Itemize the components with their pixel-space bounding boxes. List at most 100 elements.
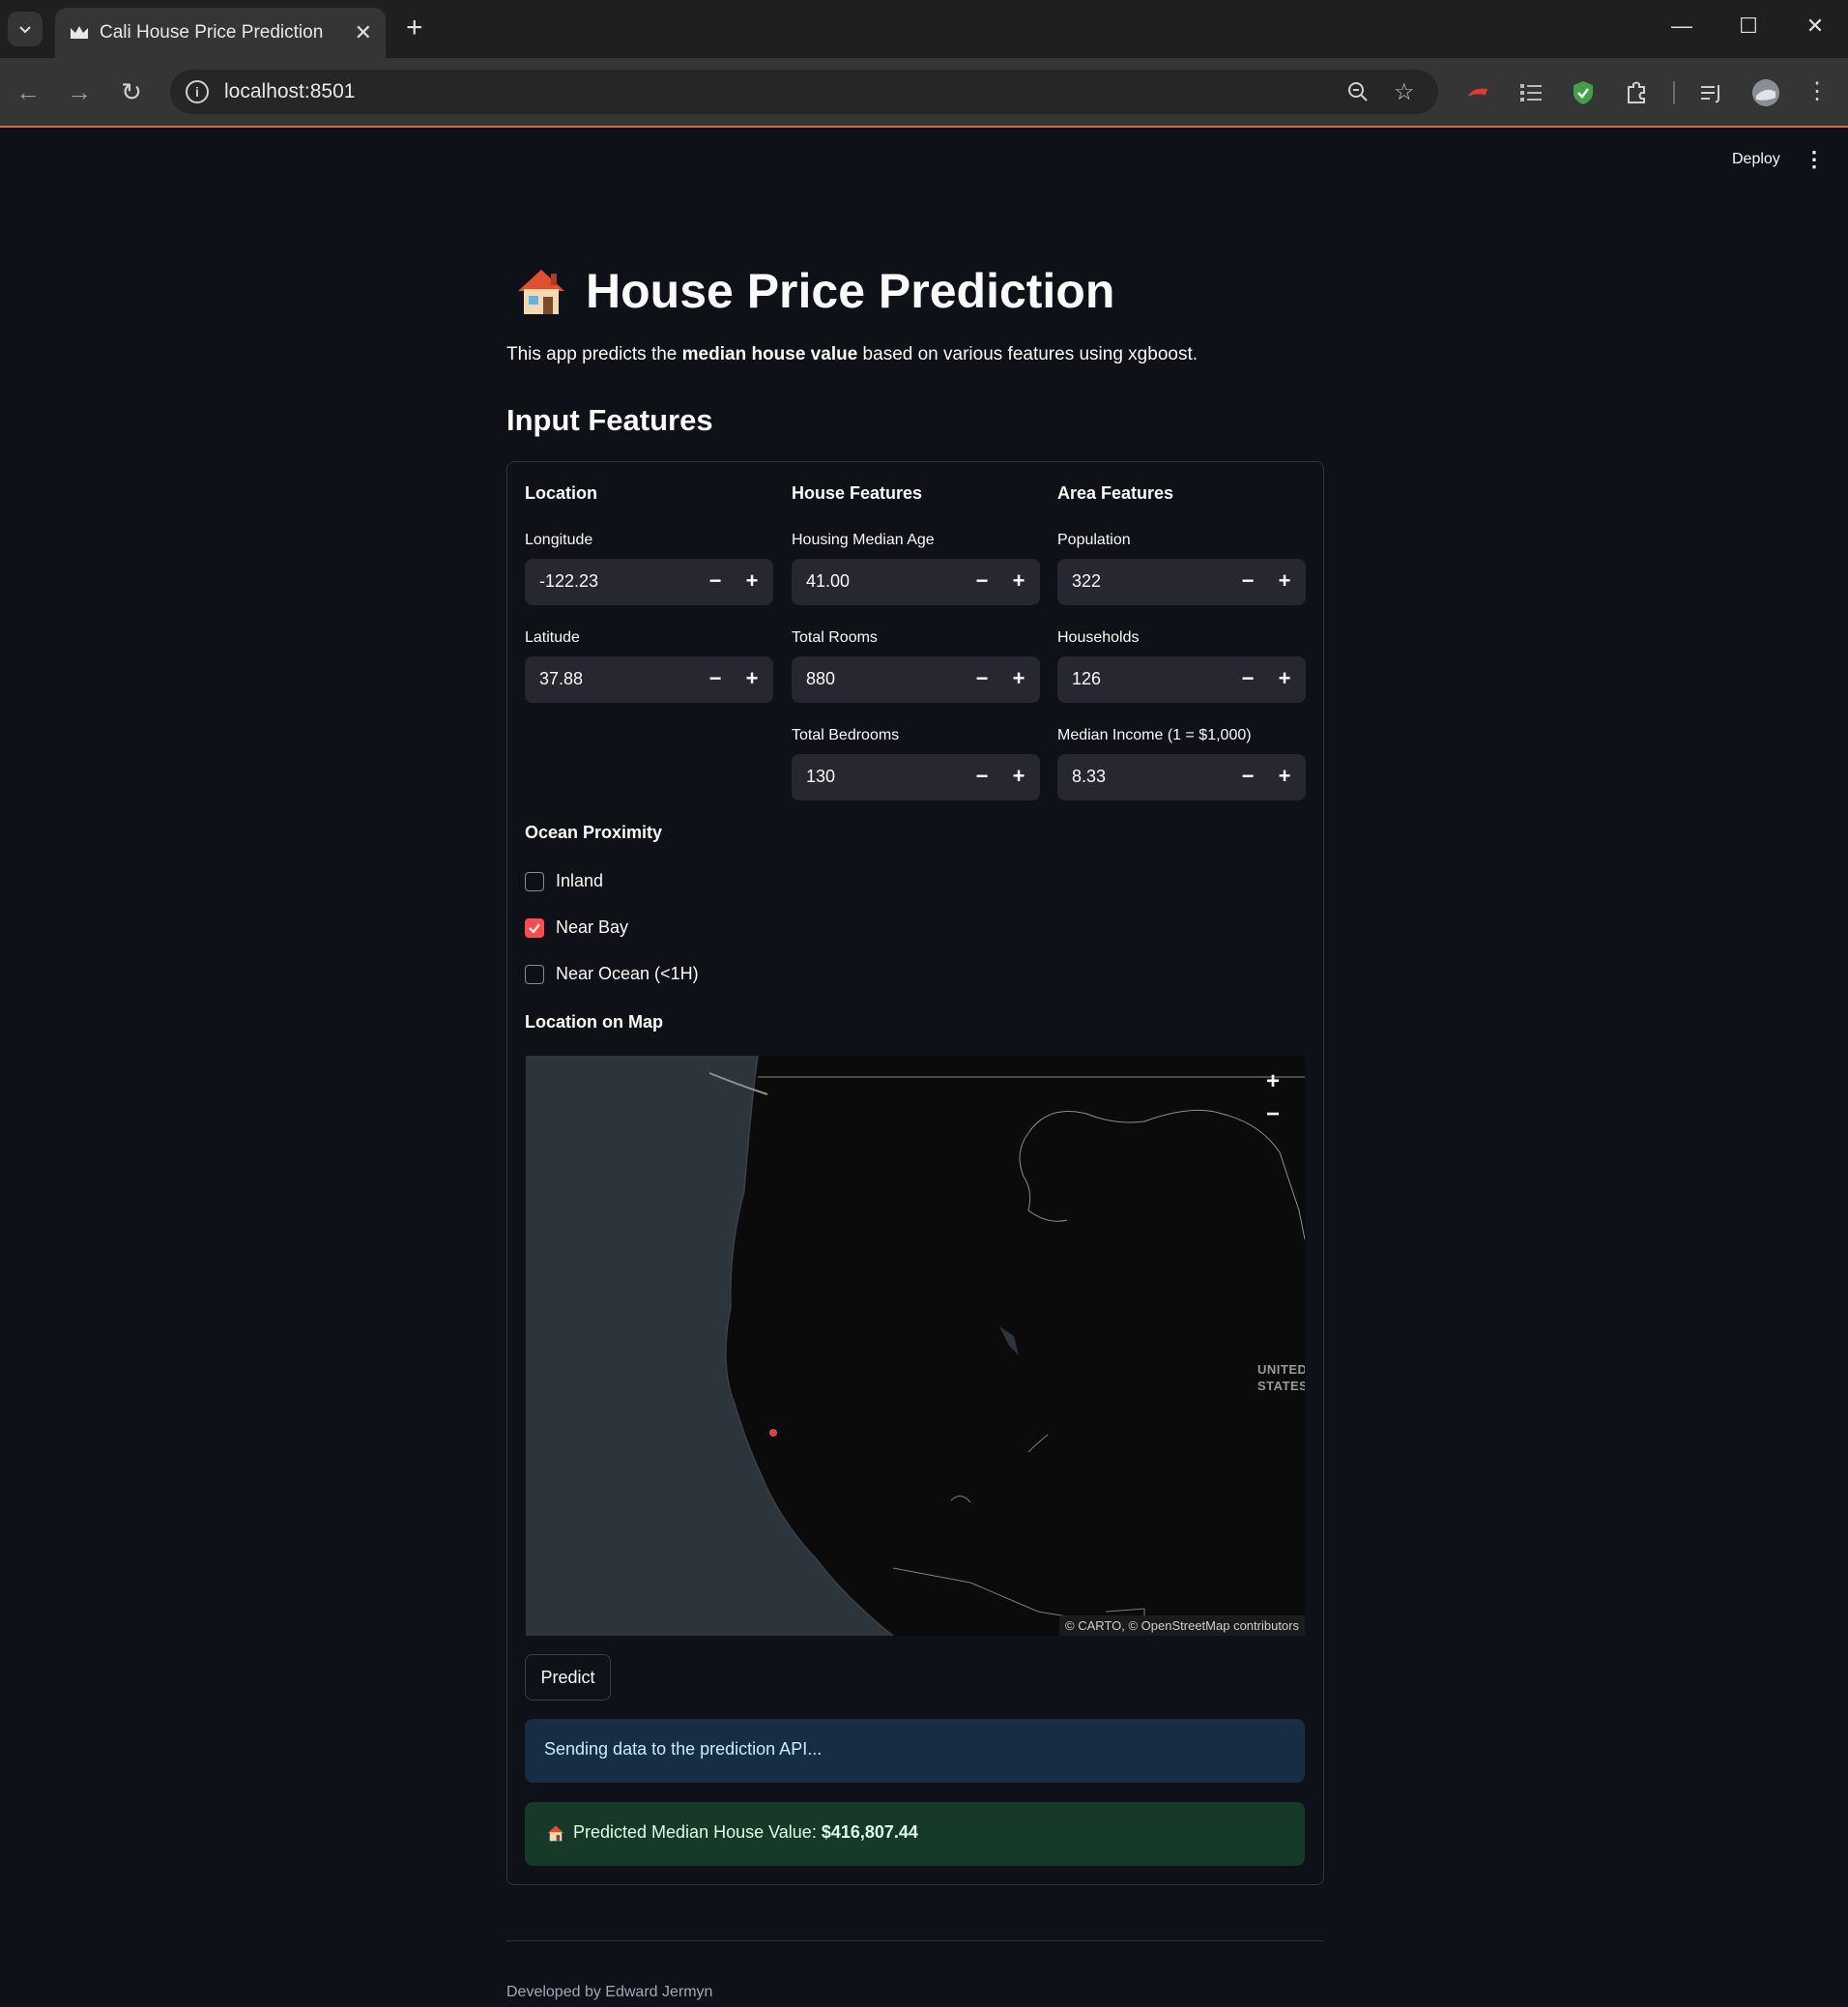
population-value[interactable]: 322 <box>1072 571 1101 592</box>
population-label: Population <box>1057 532 1131 548</box>
checkbox-inland[interactable]: Inland <box>525 871 603 891</box>
longitude-label: Longitude <box>525 532 593 548</box>
total-rooms-value[interactable]: 880 <box>806 669 835 689</box>
increment-icon[interactable]: + <box>1271 666 1298 693</box>
decrement-icon[interactable]: − <box>968 666 996 693</box>
site-info-icon[interactable]: i <box>186 80 209 103</box>
page-title: House Price Prediction <box>586 264 1115 318</box>
location-marker[interactable] <box>769 1429 777 1437</box>
result-text: Predicted Median House Value: $416,807.4… <box>573 1822 918 1842</box>
browser-menu-icon[interactable]: ⋮ <box>1803 77 1832 106</box>
predict-button[interactable]: Predict <box>525 1654 611 1701</box>
checkbox-label[interactable]: Near Bay <box>556 917 628 938</box>
increment-icon[interactable]: + <box>1005 764 1032 791</box>
zoom-out-icon[interactable]: − <box>1257 1100 1288 1131</box>
increment-icon[interactable]: + <box>738 666 765 693</box>
map-heading: Location on Map <box>525 1012 663 1032</box>
checkbox-box[interactable] <box>525 917 544 938</box>
result-value: $416,807.44 <box>821 1822 918 1842</box>
browser-tab-bar: Cali House Price Prediction ✕ + — ☐ ✕ <box>0 0 1848 58</box>
info-alert: Sending data to the prediction API... <box>525 1719 1305 1783</box>
location-heading: Location <box>525 483 597 503</box>
households-input[interactable]: 126 − + <box>1057 656 1306 703</box>
households-value[interactable]: 126 <box>1072 669 1101 689</box>
increment-icon[interactable]: + <box>1271 568 1298 596</box>
area-features-heading: Area Features <box>1057 483 1174 503</box>
section-heading: Input Features <box>506 403 713 437</box>
success-alert: Predicted Median House Value: $416,807.4… <box>525 1802 1305 1866</box>
households-label: Households <box>1057 629 1140 646</box>
deploy-button[interactable]: Deploy <box>1732 151 1780 168</box>
chevron-down-icon <box>19 26 31 34</box>
extensions-puzzle-icon[interactable] <box>1623 79 1650 106</box>
footer-credit: Developed by Edward Jermyn <box>506 1984 713 2000</box>
total-rooms-label: Total Rooms <box>792 629 878 646</box>
zoom-in-icon[interactable]: + <box>1257 1067 1288 1098</box>
decrement-icon[interactable]: − <box>968 568 996 596</box>
close-tab-icon[interactable]: ✕ <box>355 20 372 45</box>
minimize-icon[interactable]: — <box>1666 14 1697 39</box>
increment-icon[interactable]: + <box>1271 764 1298 791</box>
forward-icon[interactable]: → <box>65 77 94 106</box>
media-controls-icon[interactable] <box>1698 79 1725 106</box>
checkbox-near-bay[interactable]: Near Bay <box>525 917 628 938</box>
decrement-icon[interactable]: − <box>1234 568 1261 596</box>
decrement-icon[interactable]: − <box>702 666 729 693</box>
median-income-label: Median Income (1 = $1,000) <box>1057 727 1252 743</box>
median-income-value[interactable]: 8.33 <box>1072 767 1106 787</box>
increment-icon[interactable]: + <box>1005 568 1032 596</box>
extension-list-icon[interactable] <box>1517 79 1545 106</box>
address-bar[interactable]: i localhost:8501 ☆ <box>170 70 1438 114</box>
location-map[interactable]: + − UNITED STATES © CARTO, © OpenStreetM… <box>526 1056 1305 1636</box>
latitude-input[interactable]: 37.88 − + <box>525 656 773 703</box>
longitude-value[interactable]: -122.23 <box>539 571 598 592</box>
url-text[interactable]: localhost:8501 <box>224 80 355 103</box>
close-window-icon[interactable]: ✕ <box>1800 14 1831 39</box>
decrement-icon[interactable]: − <box>968 764 996 791</box>
main-menu-icon[interactable]: ⋮ <box>1804 147 1825 172</box>
map-canvas <box>526 1056 1305 1636</box>
app-description: This app predicts the median house value… <box>506 344 1198 364</box>
total-bedrooms-input[interactable]: 130 − + <box>792 754 1040 800</box>
zoom-icon[interactable] <box>1346 80 1370 103</box>
housing-median-age-label: Housing Median Age <box>792 532 935 548</box>
population-input[interactable]: 322 − + <box>1057 559 1306 605</box>
tab-title: Cali House Price Prediction <box>100 22 324 43</box>
decrement-icon[interactable]: − <box>1234 666 1261 693</box>
longitude-input[interactable]: -122.23 − + <box>525 559 773 605</box>
checkbox-label[interactable]: Near Ocean (<1H) <box>556 964 699 984</box>
housing-median-age-input[interactable]: 41.00 − + <box>792 559 1040 605</box>
latitude-value[interactable]: 37.88 <box>539 669 583 689</box>
checkbox-box[interactable] <box>525 964 544 984</box>
profile-avatar[interactable] <box>1751 78 1780 107</box>
crown-icon <box>71 26 88 39</box>
housing-median-age-value[interactable]: 41.00 <box>806 571 850 592</box>
shield-icon[interactable] <box>1570 79 1597 106</box>
reload-icon[interactable]: ↻ <box>117 77 146 106</box>
decrement-icon[interactable]: − <box>702 568 729 596</box>
increment-icon[interactable]: + <box>1005 666 1032 693</box>
decrement-icon[interactable]: − <box>1234 764 1261 791</box>
median-income-input[interactable]: 8.33 − + <box>1057 754 1306 800</box>
total-rooms-input[interactable]: 880 − + <box>792 656 1040 703</box>
extension-red-icon[interactable] <box>1464 79 1491 106</box>
increment-icon[interactable]: + <box>738 568 765 596</box>
ocean-proximity-heading: Ocean Proximity <box>525 823 663 842</box>
checkbox-near-ocean[interactable]: Near Ocean (<1H) <box>525 964 699 984</box>
info-message: Sending data to the prediction API... <box>544 1739 823 1759</box>
back-icon[interactable]: ← <box>14 77 43 106</box>
total-bedrooms-value[interactable]: 130 <box>806 767 835 787</box>
checkbox-box[interactable] <box>525 871 544 891</box>
tab-search-button[interactable] <box>8 12 43 46</box>
checkbox-label[interactable]: Inland <box>556 871 603 891</box>
house-icon <box>547 1824 564 1841</box>
page-title-row: House Price Prediction <box>514 263 1114 319</box>
house-features-heading: House Features <box>792 483 923 503</box>
map-attribution[interactable]: © CARTO, © OpenStreetMap contributors <box>1059 1615 1305 1636</box>
maximize-icon[interactable]: ☐ <box>1733 14 1764 39</box>
browser-tab[interactable]: Cali House Price Prediction ✕ <box>55 8 386 58</box>
footer-divider <box>506 1940 1324 1941</box>
new-tab-icon[interactable]: + <box>406 12 423 44</box>
bookmark-star-icon[interactable]: ☆ <box>1394 78 1415 106</box>
country-label: UNITED STATES <box>1257 1362 1305 1393</box>
